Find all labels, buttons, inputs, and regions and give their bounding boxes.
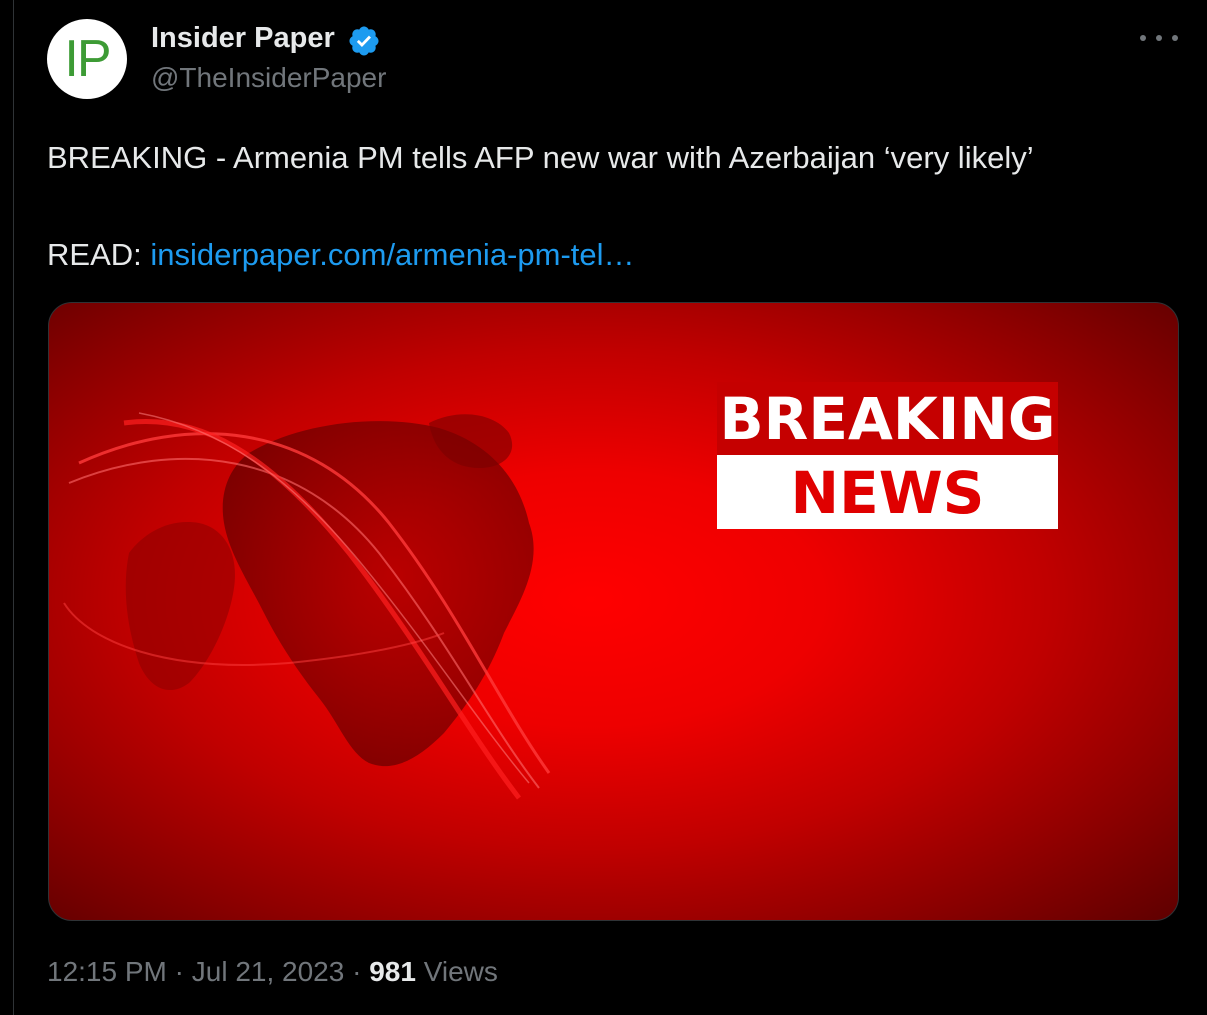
news-banner: NEWS bbox=[717, 455, 1058, 529]
more-icon-dot bbox=[1172, 35, 1178, 41]
breaking-banner: BREAKING bbox=[717, 382, 1058, 456]
views-count: 981 bbox=[369, 956, 416, 987]
read-label: READ: bbox=[47, 237, 142, 272]
views-label: Views bbox=[423, 956, 498, 987]
user-handle[interactable]: @TheInsiderPaper bbox=[151, 62, 386, 94]
tweet-time[interactable]: 12:15 PM bbox=[47, 956, 167, 987]
tweet-media-image[interactable]: BREAKING NEWS bbox=[48, 302, 1179, 921]
display-name[interactable]: Insider Paper bbox=[151, 22, 335, 55]
article-link[interactable]: insiderpaper.com/armenia-pm-tel… bbox=[150, 237, 634, 272]
tweet-date[interactable]: Jul 21, 2023 bbox=[192, 956, 345, 987]
meta-separator: · bbox=[352, 956, 362, 987]
more-icon-dot bbox=[1140, 35, 1146, 41]
tweet-text: BREAKING - Armenia PM tells AFP new war … bbox=[47, 140, 1034, 175]
more-icon-dot bbox=[1156, 35, 1162, 41]
avatar[interactable]: IP bbox=[47, 19, 127, 99]
more-icon[interactable] bbox=[1140, 26, 1178, 50]
meta-separator: · bbox=[174, 956, 184, 987]
verified-badge-icon bbox=[349, 26, 379, 56]
tweet-meta: 12:15 PM · Jul 21, 2023 · 981 Views bbox=[47, 956, 498, 988]
avatar-logo-text: IP bbox=[64, 30, 111, 88]
tweet-read-line: READ: insiderpaper.com/armenia-pm-tel… bbox=[47, 237, 635, 273]
timeline-border bbox=[13, 0, 14, 1015]
